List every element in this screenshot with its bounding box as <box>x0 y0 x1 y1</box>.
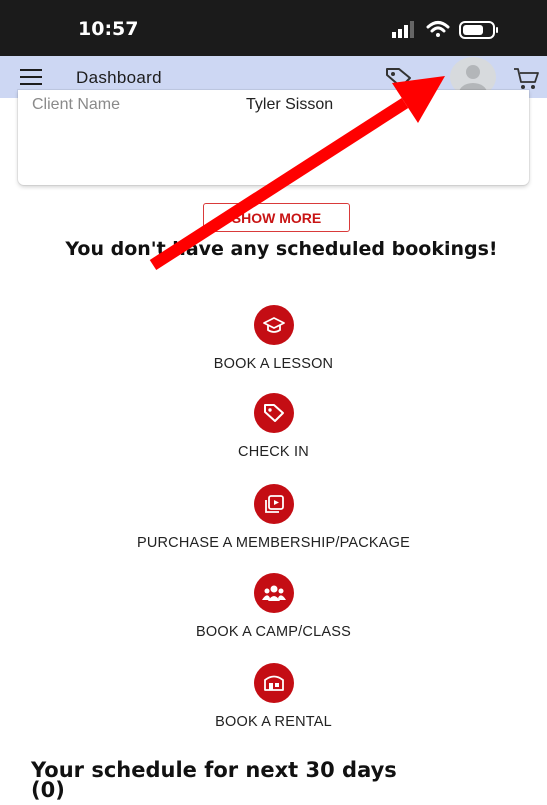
status-bar: 10:57 <box>0 0 547 56</box>
status-time: 10:57 <box>78 18 139 40</box>
building-icon <box>253 663 294 703</box>
empty-bookings-message: You don't have any scheduled bookings! <box>65 238 498 260</box>
status-icons <box>392 21 498 39</box>
action-label: BOOK A CAMP/CLASS <box>196 624 351 640</box>
book-lesson-action[interactable]: BOOK A LESSON <box>0 305 547 372</box>
graduation-cap-icon <box>253 305 294 345</box>
check-in-action[interactable]: CHECK IN <box>0 393 547 460</box>
group-icon <box>253 573 294 613</box>
action-label: CHECK IN <box>238 444 309 460</box>
page-title: Dashboard <box>76 68 162 87</box>
schedule-heading: Your schedule for next 30 days (0) <box>31 758 511 802</box>
membership-card-icon <box>253 484 294 524</box>
battery-icon <box>459 21 498 39</box>
cart-icon-button[interactable] <box>512 65 540 91</box>
action-label: BOOK A LESSON <box>213 356 334 372</box>
client-name-value: Tyler Sisson <box>246 96 334 113</box>
wifi-icon <box>426 21 450 37</box>
tag-icon-button[interactable] <box>384 64 414 90</box>
action-label: PURCHASE A MEMBERSHIP/PACKAGE <box>136 535 411 551</box>
book-rental-action[interactable]: BOOK A RENTAL <box>0 663 547 730</box>
client-card: Client Name Tyler Sisson <box>18 90 529 185</box>
book-camp-class-action[interactable]: BOOK A CAMP/CLASS <box>0 573 547 640</box>
show-more-button[interactable]: SHOW MORE <box>203 203 350 232</box>
purchase-membership-action[interactable]: PURCHASE A MEMBERSHIP/PACKAGE <box>0 484 547 551</box>
menu-button[interactable] <box>20 69 42 85</box>
tag-icon <box>253 393 294 433</box>
client-name-label: Client Name <box>32 96 121 113</box>
schedule-count: (0) <box>31 778 65 802</box>
signal-icon <box>392 21 414 38</box>
schedule-title-text: Your schedule for next 30 days <box>31 758 397 782</box>
action-label: BOOK A RENTAL <box>215 714 332 730</box>
